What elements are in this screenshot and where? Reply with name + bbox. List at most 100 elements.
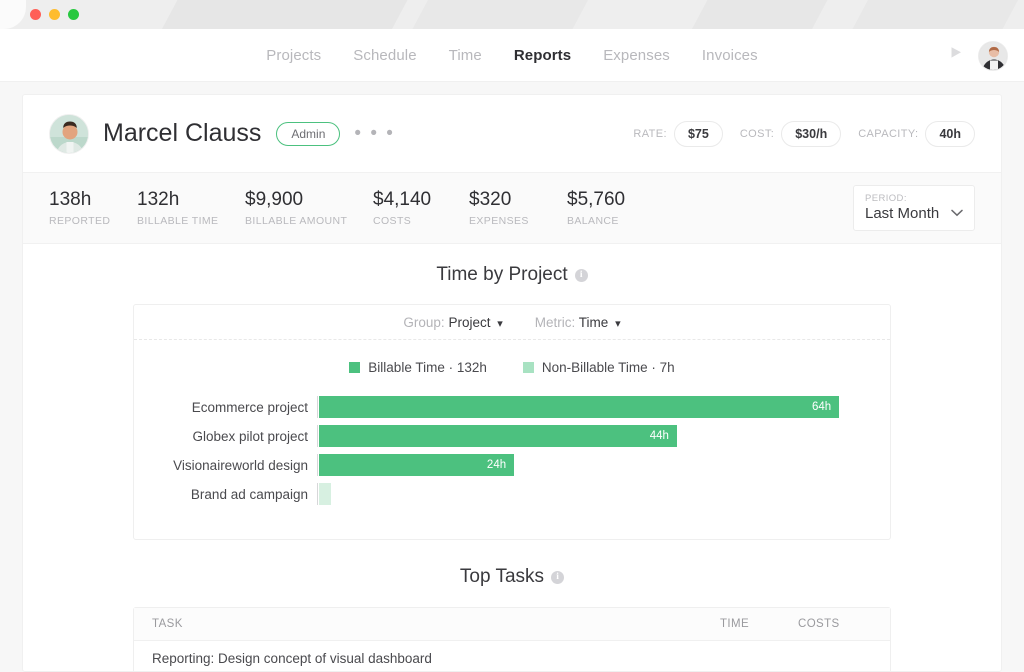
chevron-down-icon: ▾ — [615, 317, 621, 330]
meta-rate-value[interactable]: $75 — [673, 120, 723, 147]
period-value: Last Month — [865, 204, 940, 222]
meta-rate: RATE: $75 — [633, 120, 723, 147]
time-by-project-chart: Group: Project ▾ Metric: Time ▾ Billable… — [133, 304, 891, 540]
profile-header: Marcel Clauss Admin • • • RATE: $75 COST… — [23, 95, 1001, 172]
close-window-button[interactable] — [30, 9, 41, 20]
meta-cost-label: COST: — [739, 127, 775, 140]
nav-item-invoices[interactable]: Invoices — [702, 47, 758, 64]
stat-label: BILLABLE TIME — [137, 215, 219, 228]
nav-item-time[interactable]: Time — [449, 47, 482, 64]
chevron-down-icon — [951, 204, 963, 222]
period-row: Last Month — [865, 204, 963, 222]
bar-fill-billable[interactable]: 44h — [319, 425, 677, 447]
column-header-costs[interactable]: COSTS — [798, 618, 872, 630]
legend-swatch-non-billable — [522, 362, 534, 373]
bar-fill-billable[interactable]: 24h — [319, 454, 515, 476]
meta-cost-value[interactable]: $30/h — [781, 120, 842, 147]
bar-label: Ecommerce project — [191, 399, 308, 415]
bar-row: Ecommerce project 64h — [134, 393, 858, 421]
bar-value-label: 64h — [811, 401, 832, 413]
nav-item-schedule[interactable]: Schedule — [353, 47, 416, 64]
table-row[interactable]: Reporting: Design concept of visual dash… — [134, 641, 890, 671]
nav-right-actions — [948, 29, 1008, 82]
stat-billable-time: 132h BILLABLE TIME — [137, 189, 245, 228]
meta-rate-label: RATE: — [633, 127, 667, 140]
info-icon[interactable]: i — [574, 268, 588, 282]
play-timer-icon[interactable] — [948, 45, 964, 66]
legend-label-non-billable: Non-Billable Time · 7h — [541, 360, 675, 375]
bar-label: Brand ad campaign — [190, 486, 308, 502]
titlebar-gloss — [686, 0, 834, 29]
section-title-text: Top Tasks — [459, 566, 545, 587]
legend-swatch-billable — [349, 362, 361, 373]
bar-track: 64h — [317, 396, 858, 418]
status-badge[interactable]: Admin — [276, 121, 341, 146]
nav-item-reports[interactable]: Reports — [514, 47, 571, 64]
bar-track — [317, 483, 858, 505]
time-by-project-title: Time by Project i — [23, 264, 1001, 286]
avatar[interactable] — [978, 40, 1008, 71]
stat-value: $9,900 — [245, 188, 304, 210]
window-controls — [30, 9, 79, 20]
meta-capacity-value[interactable]: 40h — [925, 120, 975, 147]
page-body: Marcel Clauss Admin • • • RATE: $75 COST… — [0, 82, 1024, 672]
stat-label: REPORTED — [49, 215, 111, 228]
column-header-time[interactable]: TIME — [720, 618, 798, 630]
titlebar-gloss — [406, 0, 594, 29]
chart-bars: Ecommerce project 64h Globex pilot proje… — [134, 375, 890, 508]
stat-label: COSTS — [373, 215, 412, 228]
stat-reported: 138h REPORTED — [49, 189, 137, 228]
titlebar-gloss — [846, 0, 1024, 29]
stats-band: 138h REPORTED 132h BILLABLE TIME $9,900 … — [23, 172, 1001, 244]
more-options-icon[interactable]: • • • — [354, 124, 395, 143]
meta-capacity-label: CAPACITY: — [858, 127, 919, 140]
stat-billable-amount: $9,900 BILLABLE AMOUNT — [245, 189, 373, 228]
top-tasks-title: Top Tasks i — [23, 566, 1001, 588]
legend-item-non-billable[interactable]: Non-Billable Time · 7h — [522, 360, 675, 375]
group-by-label: Group: — [403, 314, 445, 330]
stat-value: 132h — [137, 188, 180, 210]
chart-controls: Group: Project ▾ Metric: Time ▾ — [134, 305, 890, 340]
stat-label: BALANCE — [567, 215, 619, 228]
group-by-dropdown[interactable]: Group: Project ▾ — [403, 315, 502, 330]
meta-cost: COST: $30/h — [739, 120, 842, 147]
chart-legend: Billable Time · 132h Non-Billable Time ·… — [134, 340, 890, 375]
report-card: Marcel Clauss Admin • • • RATE: $75 COST… — [22, 94, 1002, 672]
nav-item-projects[interactable]: Projects — [266, 47, 321, 64]
section-title-text: Time by Project — [436, 264, 568, 285]
bar-fill-non-billable[interactable] — [319, 483, 331, 505]
bar-row: Brand ad campaign — [134, 480, 858, 508]
bar-track: 24h — [317, 454, 858, 476]
legend-label-billable: Billable Time · 132h — [368, 360, 487, 375]
period-select[interactable]: PERIOD: Last Month — [853, 185, 975, 231]
nav-item-expenses[interactable]: Expenses — [603, 47, 670, 64]
titlebar-corner — [0, 0, 26, 29]
bar-label: Globex pilot project — [192, 428, 308, 444]
bar-label: Visionaireworld design — [173, 457, 308, 473]
main-navigation: Projects Schedule Time Reports Expenses … — [0, 29, 1024, 82]
stat-balance: $5,760 BALANCE — [567, 189, 655, 228]
browser-titlebar — [0, 0, 1024, 29]
profile-avatar[interactable] — [49, 113, 89, 154]
group-by-value: Project — [448, 314, 491, 330]
bar-value-label: 24h — [486, 459, 507, 471]
meta-capacity: CAPACITY: 40h — [858, 120, 975, 147]
maximize-window-button[interactable] — [68, 9, 79, 20]
column-header-task[interactable]: TASK — [152, 618, 720, 630]
table-header: TASK TIME COSTS — [134, 608, 890, 641]
bar-value-label: 44h — [649, 430, 669, 442]
bar-fill-billable[interactable]: 64h — [319, 396, 840, 418]
metric-value: Time — [578, 314, 609, 330]
stat-value: 138h — [49, 188, 92, 210]
nav-items: Projects Schedule Time Reports Expenses … — [266, 47, 757, 64]
info-icon[interactable]: i — [551, 570, 565, 584]
metric-label: Metric: — [534, 314, 576, 330]
stat-label: EXPENSES — [469, 215, 529, 228]
chevron-down-icon: ▾ — [497, 317, 503, 330]
minimize-window-button[interactable] — [49, 9, 60, 20]
bar-track: 44h — [317, 425, 858, 447]
stat-value: $5,760 — [567, 188, 626, 210]
legend-item-billable[interactable]: Billable Time · 132h — [349, 360, 487, 375]
top-tasks-table: TASK TIME COSTS Reporting: Design concep… — [133, 607, 891, 671]
metric-dropdown[interactable]: Metric: Time ▾ — [535, 315, 621, 330]
